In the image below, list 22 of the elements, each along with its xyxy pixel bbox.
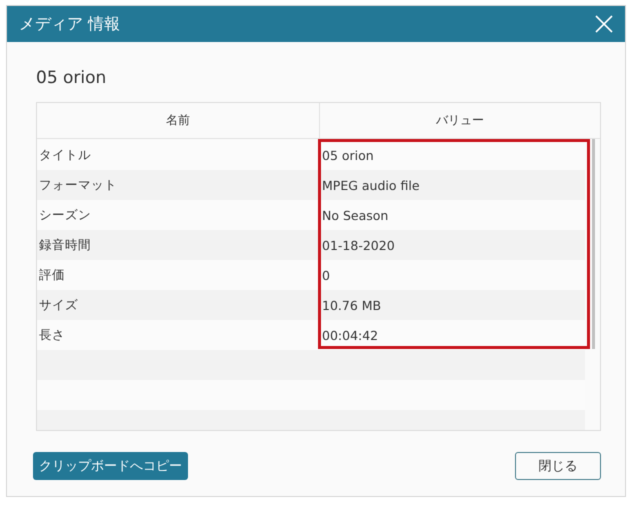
close-button[interactable]: 閉じる: [515, 452, 601, 480]
table-cell-text: 評価: [38, 266, 66, 284]
table-cell-text: 00:04:42: [321, 326, 380, 344]
table-cell-text: サイズ: [38, 296, 79, 314]
table-cell-text: タイトル: [38, 146, 92, 164]
table-cell-text: No Season: [321, 206, 390, 224]
column-header[interactable]: バリュー: [319, 103, 600, 138]
scrollbar[interactable]: [592, 139, 595, 349]
table-cell-text: 05 orion: [321, 146, 375, 164]
table-cell-text: 録音時間: [38, 236, 92, 254]
table-cell-text: 0: [321, 266, 331, 284]
media-title: 05 orion: [36, 68, 108, 90]
copy-button[interactable]: クリップボードへコピー: [33, 452, 188, 480]
table-cell-text: フォーマット: [38, 176, 118, 194]
window-title: メディア 情報: [19, 14, 120, 34]
table-cell-text: 長さ: [38, 326, 66, 344]
close-icon[interactable]: [595, 15, 613, 33]
column-header[interactable]: 名前: [37, 103, 319, 138]
table-cell-text: 01-18-2020: [321, 236, 396, 254]
table-cell-text: 10.76 MB: [321, 296, 382, 314]
table-cell-text: シーズン: [38, 206, 92, 224]
table-cell-text: MPEG audio file: [321, 176, 421, 194]
